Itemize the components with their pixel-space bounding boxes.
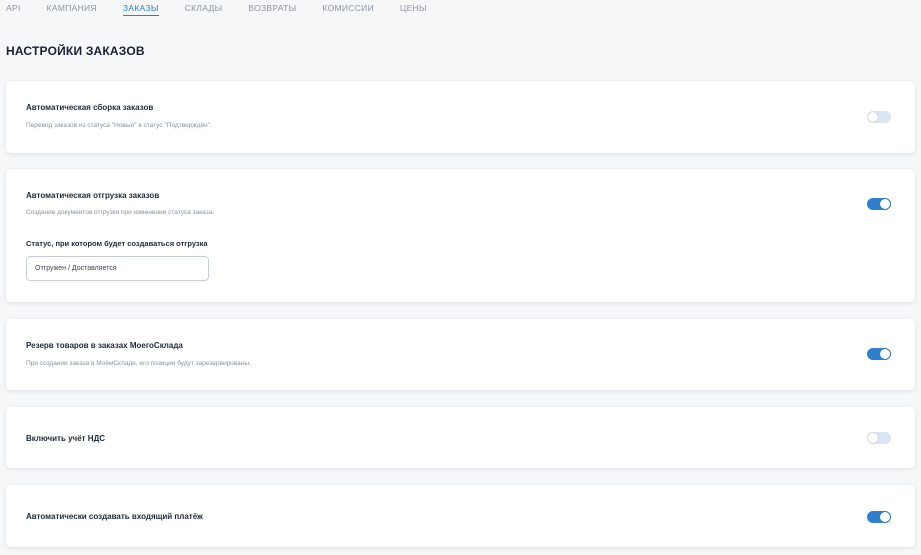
page-title: НАСТРОЙКИ ЗАКАЗОВ	[6, 44, 145, 58]
reserve-card: Резерв товаров в заказах МоегоСклада При…	[6, 319, 915, 390]
auto-shipment-card: Автоматическая отгрузка заказов Создание…	[6, 169, 915, 302]
vat-toggle[interactable]	[867, 432, 891, 444]
auto-assembly-card: Автоматическая сборка заказов Перевод за…	[6, 81, 915, 153]
tab-bar: API КАМПАНИЯ ЗАКАЗЫ СКЛАДЫ ВОЗВРАТЫ КОМИ…	[0, 0, 427, 18]
reserve-title: Резерв товаров в заказах МоегоСклада	[26, 341, 183, 350]
auto-assembly-toggle[interactable]	[867, 111, 891, 123]
tab-returns[interactable]: ВОЗВРАТЫ	[248, 0, 296, 18]
vat-card: Включить учёт НДС	[6, 407, 915, 468]
shipment-status-label: Статус, при котором будет создаваться от…	[26, 239, 208, 248]
tab-prices[interactable]: ЦЕНЫ	[400, 0, 427, 18]
toggle-knob	[880, 349, 890, 359]
tab-warehouses[interactable]: СКЛАДЫ	[185, 0, 223, 18]
tab-campaign[interactable]: КАМПАНИЯ	[47, 0, 97, 18]
auto-assembly-description: Перевод заказов из статуса "Новый" в ста…	[26, 122, 212, 129]
auto-shipment-title: Автоматическая отгрузка заказов	[26, 191, 160, 200]
vat-title: Включить учёт НДС	[26, 434, 106, 443]
toggle-knob	[880, 512, 890, 522]
auto-shipment-description: Создание документов отгрузки при изменен…	[26, 209, 215, 216]
tab-commissions[interactable]: КОМИССИИ	[322, 0, 374, 18]
incoming-payment-title: Автоматически создавать входящий платёж	[26, 512, 203, 521]
tab-api[interactable]: API	[6, 0, 21, 18]
toggle-knob	[880, 199, 890, 209]
toggle-knob	[868, 112, 878, 122]
toggle-knob	[868, 433, 878, 443]
incoming-payment-card: Автоматически создавать входящий платёж	[6, 485, 915, 547]
tab-orders[interactable]: ЗАКАЗЫ	[122, 0, 159, 18]
incoming-payment-toggle[interactable]	[867, 511, 891, 523]
auto-shipment-toggle[interactable]	[867, 198, 891, 210]
shipment-status-select[interactable]: Отгружен / Доставляется	[26, 256, 209, 281]
reserve-toggle[interactable]	[867, 348, 891, 360]
reserve-description: При создании заказа в МоёмСкладе, его по…	[26, 360, 251, 367]
auto-assembly-title: Автоматическая сборка заказов	[26, 103, 154, 112]
